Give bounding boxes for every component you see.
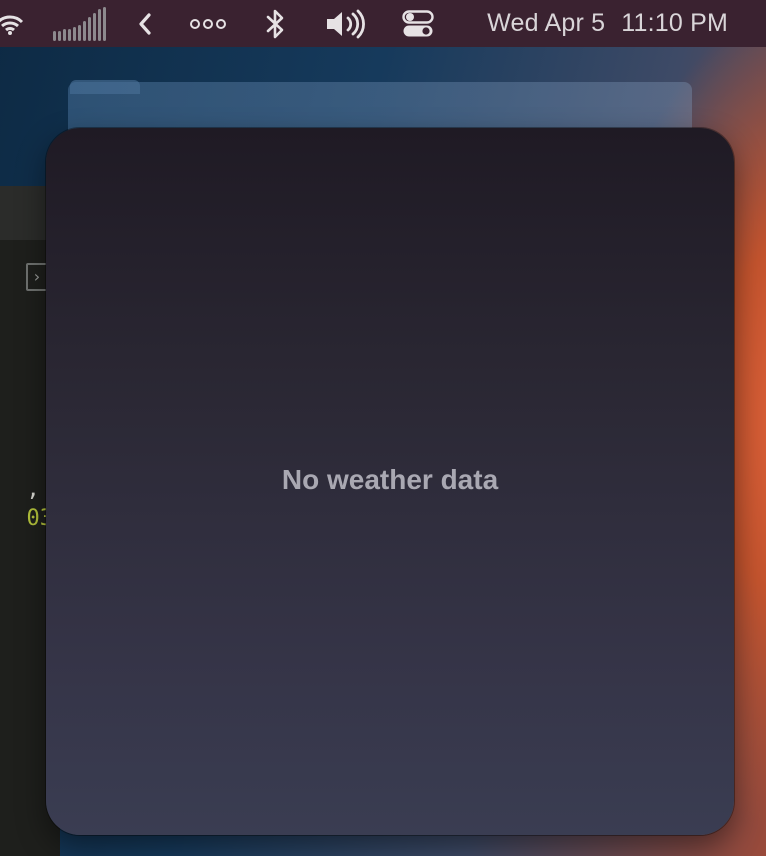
- menu-bar: Wed Apr 5 11:10 PM: [0, 0, 766, 47]
- clock-time: 11:10 PM: [621, 9, 728, 37]
- weather-popover: No weather data: [46, 128, 734, 835]
- bluetooth-icon[interactable]: [262, 0, 288, 47]
- empty-state-message: No weather data: [281, 464, 499, 495]
- volume-icon[interactable]: [324, 0, 368, 47]
- chevron-left-icon[interactable]: [134, 0, 156, 47]
- wifi-icon[interactable]: [0, 0, 26, 47]
- signal-bars-icon[interactable]: [53, 0, 109, 47]
- control-center-icon[interactable]: [401, 0, 435, 47]
- clock-date: Wed Apr 5: [487, 9, 606, 37]
- menu-bar-clock[interactable]: Wed Apr 5 11:10 PM: [487, 0, 728, 47]
- more-dots-icon[interactable]: [188, 0, 228, 47]
- expand-panel-icon[interactable]: ›: [26, 263, 48, 291]
